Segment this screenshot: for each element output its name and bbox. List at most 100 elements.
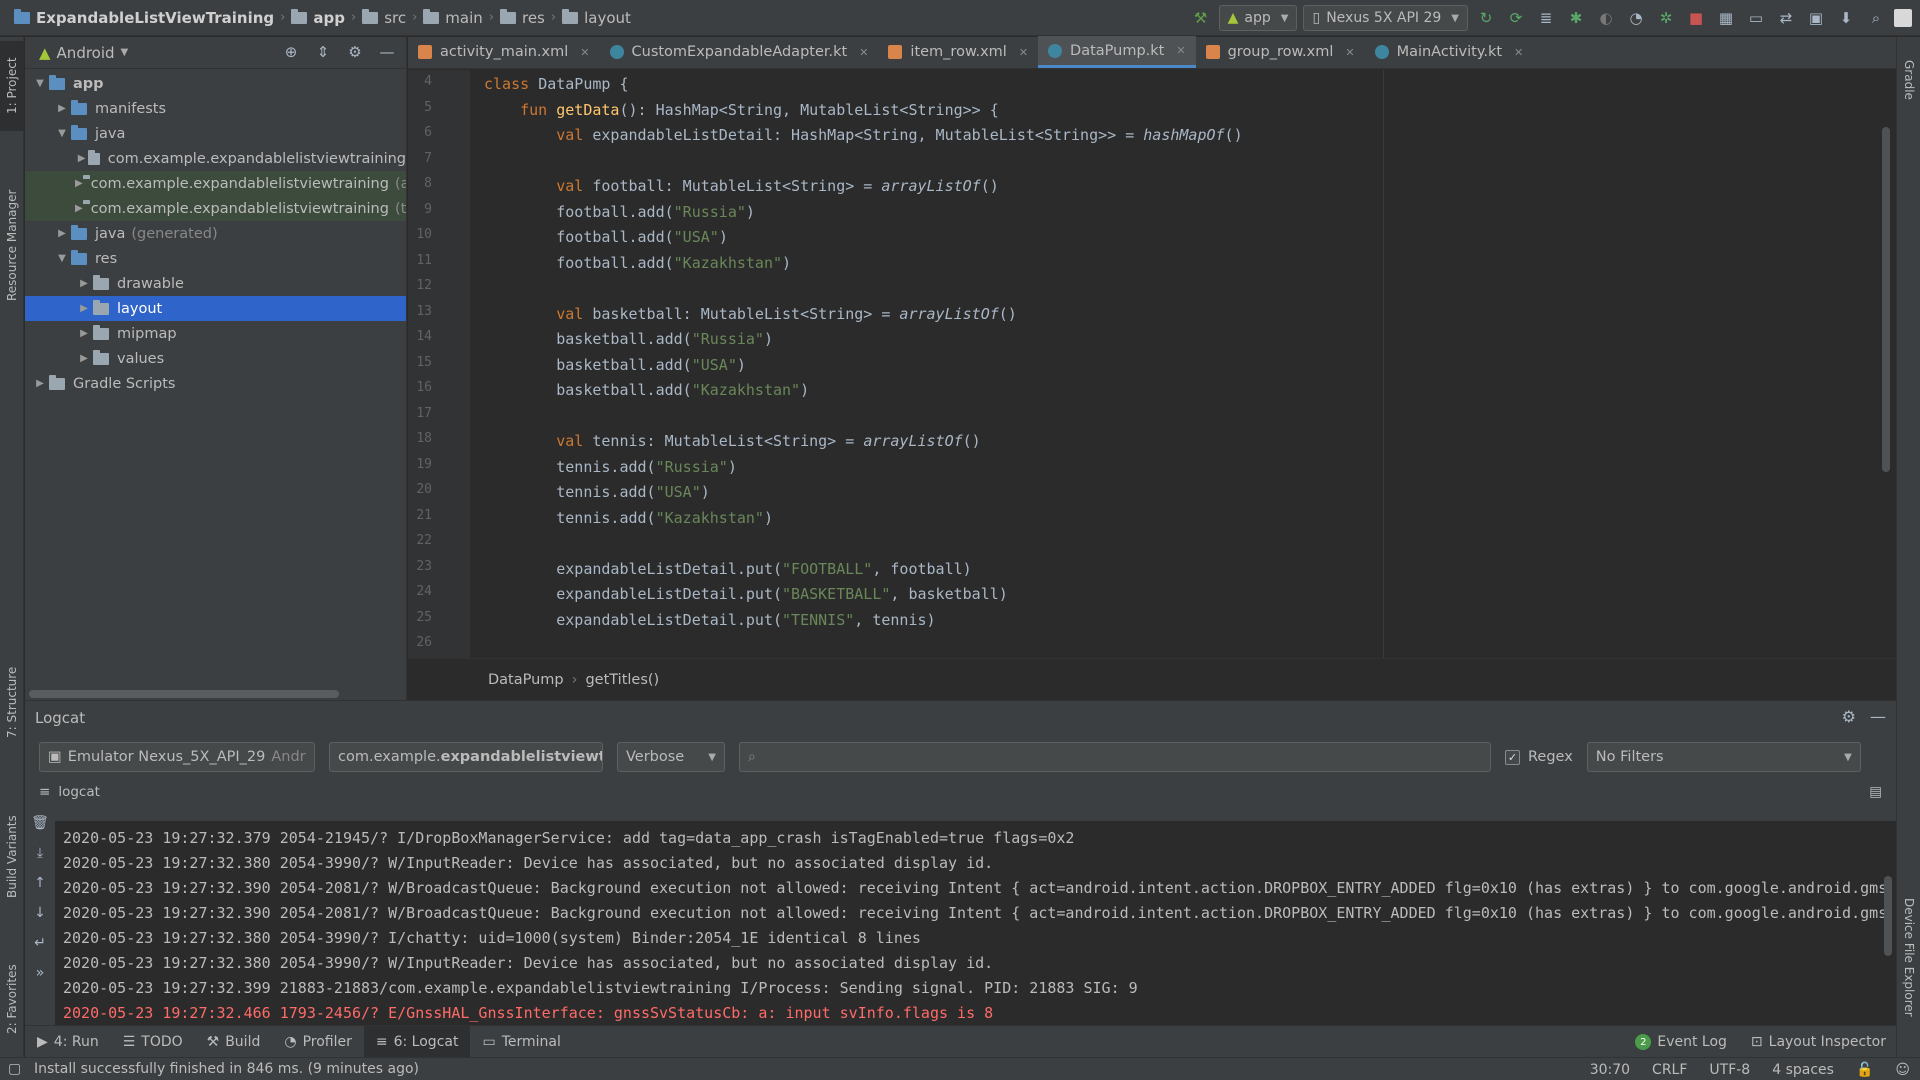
caret-position[interactable]: 30:70 <box>1590 1062 1630 1078</box>
tool-tab-terminal[interactable]: ▭ Terminal <box>470 1026 572 1058</box>
stop-icon[interactable]: ■ <box>1684 6 1708 30</box>
tree-item[interactable]: ▶ java (generated) <box>25 221 406 246</box>
project-structure-icon[interactable]: ▦ <box>1714 6 1738 30</box>
hide-panel-icon[interactable]: — <box>1870 707 1886 726</box>
close-icon[interactable]: ✕ <box>1019 46 1028 59</box>
tree-item[interactable]: ▶ Gradle Scripts <box>25 371 406 396</box>
editor-vertical-scrollbar[interactable] <box>1882 127 1890 472</box>
device-file-explorer-tool-button[interactable]: Device File Explorer <box>1897 867 1920 1047</box>
favorites-tool-button[interactable]: 2: Favorites <box>0 949 24 1049</box>
log-level-select[interactable]: Verbose ▼ <box>617 742 725 772</box>
chevron-right-icon[interactable]: ▶ <box>75 328 93 339</box>
chevron-right-icon[interactable]: ▶ <box>75 178 83 189</box>
chevron-right-icon[interactable]: ▶ <box>75 203 83 214</box>
run-configuration-select[interactable]: ▲ app ▼ <box>1218 5 1298 31</box>
tree-item[interactable]: ▶ manifests <box>25 96 406 121</box>
tree-item[interactable]: ▶ layout <box>25 296 406 321</box>
tree-item[interactable]: ▶ drawable <box>25 271 406 296</box>
tree-item[interactable]: ▼ app <box>25 71 406 96</box>
breadcrumb-function[interactable]: getTitles() <box>585 672 659 688</box>
chevron-right-icon[interactable]: ▶ <box>75 353 93 364</box>
close-icon[interactable]: ✕ <box>1514 46 1523 59</box>
search-icon[interactable]: ⌕ <box>1864 6 1888 30</box>
sync-gradle-icon[interactable]: ⇄ <box>1774 6 1798 30</box>
editor-tab[interactable]: MainActivity.kt ✕ <box>1365 36 1534 68</box>
file-encoding[interactable]: UTF-8 <box>1709 1062 1750 1078</box>
apply-changes-icon[interactable]: ⟳ <box>1504 6 1528 30</box>
breadcrumb-src[interactable]: src <box>358 8 410 27</box>
hector-icon[interactable]: ☺ <box>1895 1062 1910 1078</box>
gear-icon[interactable]: ⚙ <box>344 41 366 63</box>
line-separator[interactable]: CRLF <box>1652 1062 1687 1078</box>
apply-code-changes-icon[interactable]: ≣ <box>1534 6 1558 30</box>
logcat-search-input[interactable] <box>761 749 1462 765</box>
breadcrumb-res[interactable]: res <box>496 8 549 27</box>
tool-tab-build[interactable]: ⚒ Build <box>195 1026 273 1058</box>
breadcrumb-project[interactable]: ExpandableListViewTraining <box>10 8 278 27</box>
chevron-down-icon[interactable]: ▼ <box>53 128 71 139</box>
editor-tab[interactable]: group_row.xml ✕ <box>1196 36 1365 68</box>
code-area[interactable]: class DataPump { fun getData(): HashMap<… <box>484 70 1794 658</box>
avd-manager-icon[interactable]: ▭ <box>1744 6 1768 30</box>
more-icon[interactable]: » <box>36 965 45 981</box>
device-select[interactable]: ▯ Nexus 5X API 29 ▼ <box>1303 5 1468 31</box>
layout-toggle-icon[interactable]: ▤ <box>1869 784 1882 800</box>
scroll-to-end-icon[interactable]: ⤓ <box>37 845 43 861</box>
breadcrumb-layout[interactable]: layout <box>558 8 635 27</box>
soft-wrap-icon[interactable]: ↵ <box>34 935 46 951</box>
close-icon[interactable]: ✕ <box>1345 46 1354 59</box>
debug-icon[interactable]: ✱ <box>1564 6 1588 30</box>
filter-select[interactable]: No Filters ▼ <box>1586 742 1861 772</box>
arrow-down-icon[interactable]: ↓ <box>34 905 46 921</box>
editor-tab[interactable]: CustomExpandableAdapter.kt ✕ <box>600 36 879 68</box>
resource-manager-tool-button[interactable]: Resource Manager <box>0 155 24 335</box>
profile-icon[interactable]: ◔ <box>1624 6 1648 30</box>
arrow-up-icon[interactable]: ↑ <box>34 875 46 891</box>
trash-icon[interactable]: 🗑 <box>31 815 49 831</box>
tree-item[interactable]: ▶ com.example.expandablelistviewtraining (… <box>25 196 406 221</box>
device-select[interactable]: ▣ Emulator Nexus_5X_API_29 Andr ▼ <box>39 742 315 772</box>
gradle-tool-button[interactable]: Gradle <box>1897 45 1920 115</box>
attach-debugger-icon[interactable]: ✲ <box>1654 6 1678 30</box>
breadcrumb-class[interactable]: DataPump <box>488 672 564 688</box>
logcat-output[interactable]: 2020-05-23 19:27:32.379 2054-21945/? I/D… <box>55 821 1896 1026</box>
chevron-right-icon[interactable]: ▶ <box>53 228 71 239</box>
chevron-right-icon[interactable]: ▶ <box>75 153 88 164</box>
lock-icon[interactable]: 🔓 <box>1856 1062 1873 1078</box>
coverage-icon[interactable]: ◐ <box>1594 6 1618 30</box>
collapse-all-icon[interactable]: ⇕ <box>312 41 334 63</box>
editor-tab[interactable]: activity_main.xml ✕ <box>408 36 600 68</box>
locate-file-icon[interactable]: ⊕ <box>280 41 302 63</box>
chevron-right-icon[interactable]: ▶ <box>53 103 71 114</box>
chevron-down-icon[interactable]: ▼ <box>31 78 49 89</box>
device-manager-icon[interactable]: ▣ <box>1804 6 1828 30</box>
horizontal-scrollbar[interactable] <box>29 690 339 698</box>
tree-item[interactable]: ▶ values <box>25 346 406 371</box>
tree-item[interactable]: ▶ com.example.expandablelistviewtraining <box>25 146 406 171</box>
tree-item[interactable]: ▶ mipmap <box>25 321 406 346</box>
make-project-hammer-icon[interactable]: ⚒ <box>1189 6 1213 30</box>
structure-tool-button[interactable]: 7: Structure <box>0 657 24 747</box>
tool-tab-profiler[interactable]: ◔ Profiler <box>272 1026 364 1058</box>
hide-panel-icon[interactable]: — <box>376 41 398 63</box>
breadcrumb-main[interactable]: main <box>419 8 486 27</box>
tool-tab-todo[interactable]: ☰ TODO <box>111 1026 195 1058</box>
breadcrumb-app[interactable]: app <box>287 8 349 27</box>
chevron-right-icon[interactable]: ▶ <box>75 303 93 314</box>
gear-icon[interactable]: ⚙ <box>1842 707 1856 726</box>
chevron-right-icon[interactable]: ▶ <box>75 278 93 289</box>
editor-tab[interactable]: item_row.xml ✕ <box>878 36 1038 68</box>
tree-item[interactable]: ▶ com.example.expandablelistviewtraining (… <box>25 171 406 196</box>
close-icon[interactable]: ✕ <box>580 46 589 59</box>
tree-item[interactable]: ▼ res <box>25 246 406 271</box>
layout-inspector-button[interactable]: ⊡ Layout Inspector <box>1751 1034 1886 1050</box>
project-tool-button[interactable]: 1: Project <box>0 41 24 131</box>
run-icon[interactable]: ↻ <box>1474 6 1498 30</box>
chevron-right-icon[interactable]: ▶ <box>31 378 49 389</box>
avatar[interactable] <box>1894 9 1912 27</box>
close-icon[interactable]: ✕ <box>859 46 868 59</box>
close-icon[interactable]: ✕ <box>1176 44 1185 57</box>
build-variants-tool-button[interactable]: Build Variants <box>0 787 24 927</box>
logcat-scrollbar[interactable] <box>1884 876 1892 956</box>
editor-tab[interactable]: DataPump.kt ✕ <box>1038 36 1196 68</box>
